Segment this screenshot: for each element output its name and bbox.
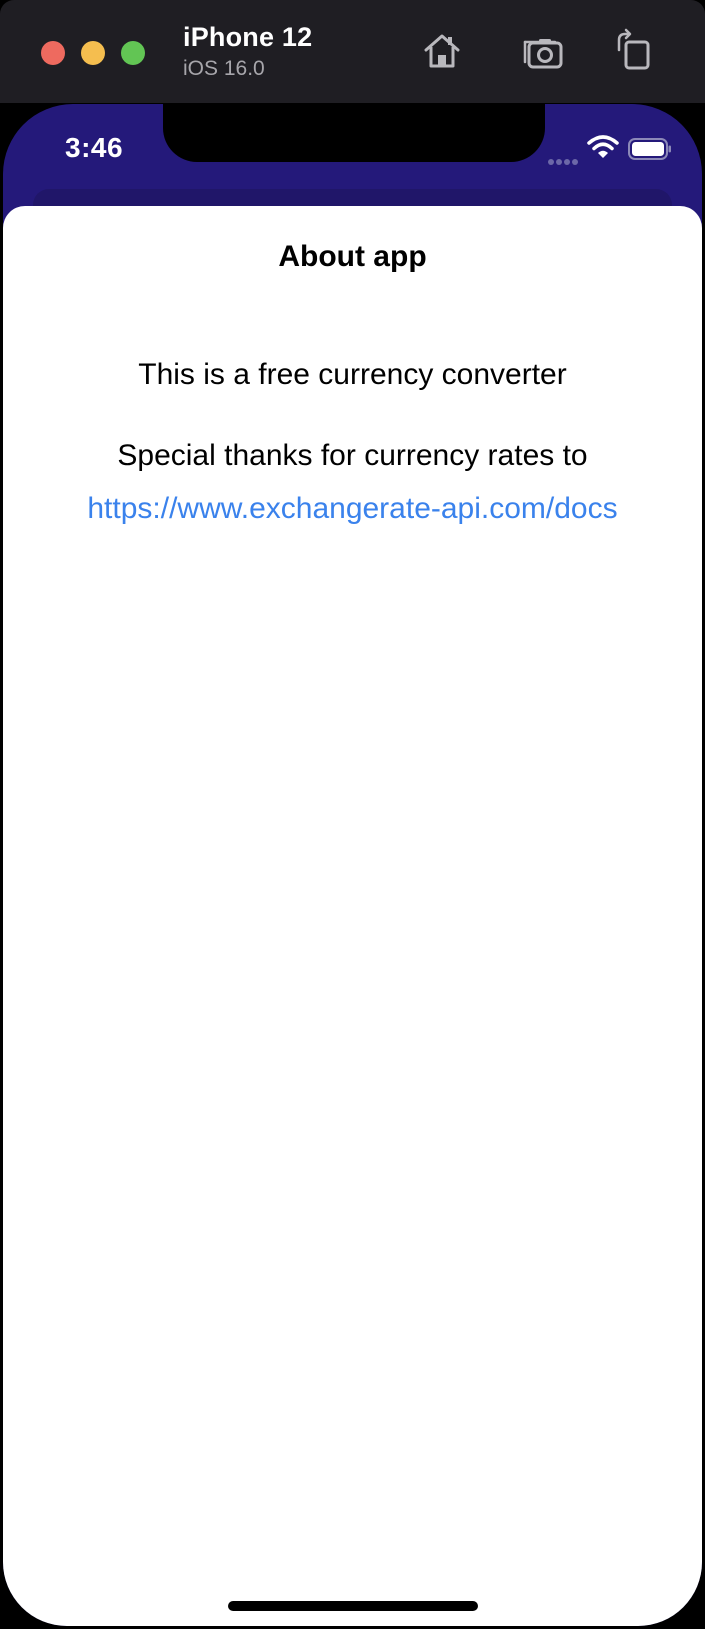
minimize-window-button[interactable]: [81, 41, 105, 65]
simulator-toolbar: iPhone 12 iOS 16.0: [0, 0, 705, 104]
notch: [163, 104, 545, 162]
os-version: iOS 16.0: [183, 57, 265, 80]
device-name: iPhone 12: [183, 22, 313, 52]
app-description: This is a free currency converter: [138, 358, 567, 391]
simulator-window: iPhone 12 iOS 16.0 3:46 About app This i…: [0, 0, 705, 1629]
screenshot-icon[interactable]: [519, 28, 565, 74]
page-title: About app: [278, 240, 427, 273]
about-sheet: About app This is a free currency conver…: [3, 206, 702, 1626]
phone-screen: 3:46 About app This is a free currency c…: [3, 104, 702, 1626]
zoom-window-button[interactable]: [121, 41, 145, 65]
home-icon[interactable]: [419, 28, 465, 74]
battery-icon: [628, 138, 672, 160]
exchangerate-api-link[interactable]: https://www.exchangerate-api.com/docs: [3, 492, 702, 526]
cellular-signal-icon: [548, 152, 582, 165]
home-indicator[interactable]: [228, 1601, 478, 1611]
rotate-icon[interactable]: [611, 28, 657, 74]
wifi-icon: [587, 134, 619, 160]
thanks-text: Special thanks for currency rates to: [117, 439, 588, 472]
close-window-button[interactable]: [41, 41, 65, 65]
status-bar-time: 3:46: [65, 132, 124, 163]
